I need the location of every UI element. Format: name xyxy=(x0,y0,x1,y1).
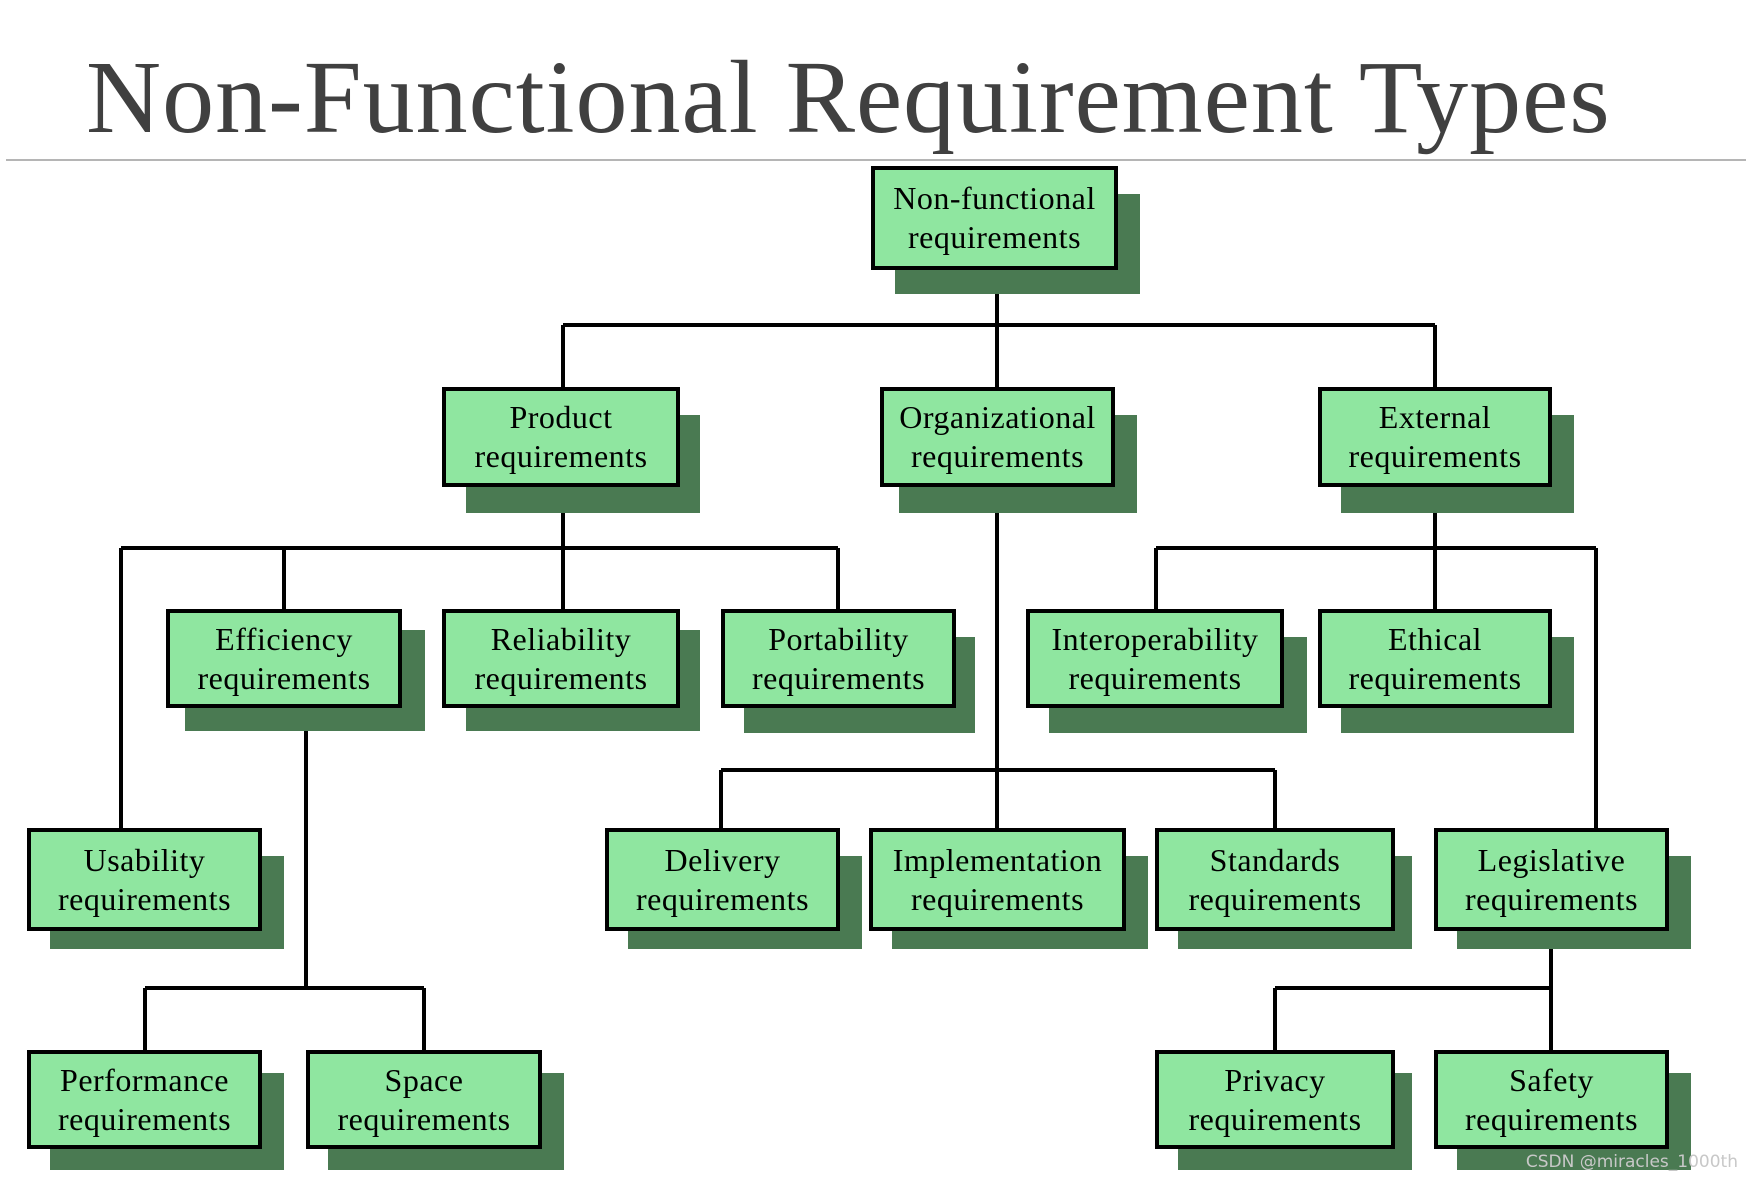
node-label-line2: requirements xyxy=(635,880,810,917)
node-label-line1: Efficiency xyxy=(215,620,353,657)
node-label-line1: Usability xyxy=(83,841,206,878)
node-box: Reliability requirements xyxy=(442,609,680,708)
node-label-line1: Privacy xyxy=(1224,1061,1326,1098)
node-label-line2: requirements xyxy=(57,1100,232,1137)
node-box: Ethical requirements xyxy=(1318,609,1552,708)
node-label-line2: requirements xyxy=(1348,659,1522,696)
node-box: Legislative requirements xyxy=(1434,828,1669,931)
node-label-line2: requirements xyxy=(337,1100,511,1137)
node-label-line2: requirements xyxy=(1464,880,1639,917)
node-label-line1: Product xyxy=(509,399,613,435)
node-label-line2: requirements xyxy=(1068,659,1242,696)
node-box: Privacy requirements xyxy=(1155,1050,1395,1149)
node-label-line1: Delivery xyxy=(664,841,781,878)
node-label-line1: Portability xyxy=(768,620,909,657)
node-label-line2: requirements xyxy=(474,659,648,696)
watermark: CSDN @miracles_1000th xyxy=(1525,1152,1738,1172)
node-label-line1: Performance xyxy=(60,1061,229,1098)
node-label-line1: Ethical xyxy=(1387,620,1483,657)
node-label-line2: requirements xyxy=(197,659,371,696)
node-box: Implementation requirements xyxy=(869,828,1126,931)
node-label-line1: Reliability xyxy=(490,620,632,657)
node-box: Portability requirements xyxy=(721,609,956,708)
node-box: Performance requirements xyxy=(27,1050,262,1149)
node-box: External requirements xyxy=(1318,387,1552,487)
node-label-line2: requirements xyxy=(907,219,1082,255)
node-label-line1: Legislative xyxy=(1477,841,1626,878)
node-label-line1: Organizational xyxy=(899,399,1096,435)
node-label-line1: Safety xyxy=(1509,1061,1594,1098)
node-label-line2: requirements xyxy=(910,880,1085,917)
node-label-line2: requirements xyxy=(1188,880,1362,917)
node-label-line1: External xyxy=(1378,399,1492,435)
node-label-line2: requirements xyxy=(751,659,926,696)
node-box: Efficiency requirements xyxy=(166,609,402,708)
node-box: Space requirements xyxy=(306,1050,542,1149)
node-label-line1: Interoperability xyxy=(1051,620,1259,657)
node-box: Organizational requirements xyxy=(880,387,1115,487)
node-box: Usability requirements xyxy=(27,828,262,931)
node-box: Interoperability requirements xyxy=(1026,609,1284,708)
node-box: Safety requirements xyxy=(1434,1050,1669,1149)
node-box: Standards requirements xyxy=(1155,828,1395,931)
node-label-line2: requirements xyxy=(910,438,1085,474)
node-label-line1: Non-functional xyxy=(893,180,1096,216)
node-label-line2: requirements xyxy=(1348,438,1522,474)
node-label-line2: requirements xyxy=(57,880,232,917)
node-label-line2: requirements xyxy=(1464,1100,1639,1137)
node-box: Product requirements xyxy=(442,387,680,487)
node-label-line1: Standards xyxy=(1209,841,1341,878)
node-label-line1: Space xyxy=(384,1061,464,1098)
node-box: Non-functional requirements xyxy=(871,166,1118,270)
node-box: Delivery requirements xyxy=(605,828,840,931)
node-label-line2: requirements xyxy=(1188,1100,1362,1137)
node-label-line1: Implementation xyxy=(892,841,1103,878)
node-label-line2: requirements xyxy=(474,438,648,474)
